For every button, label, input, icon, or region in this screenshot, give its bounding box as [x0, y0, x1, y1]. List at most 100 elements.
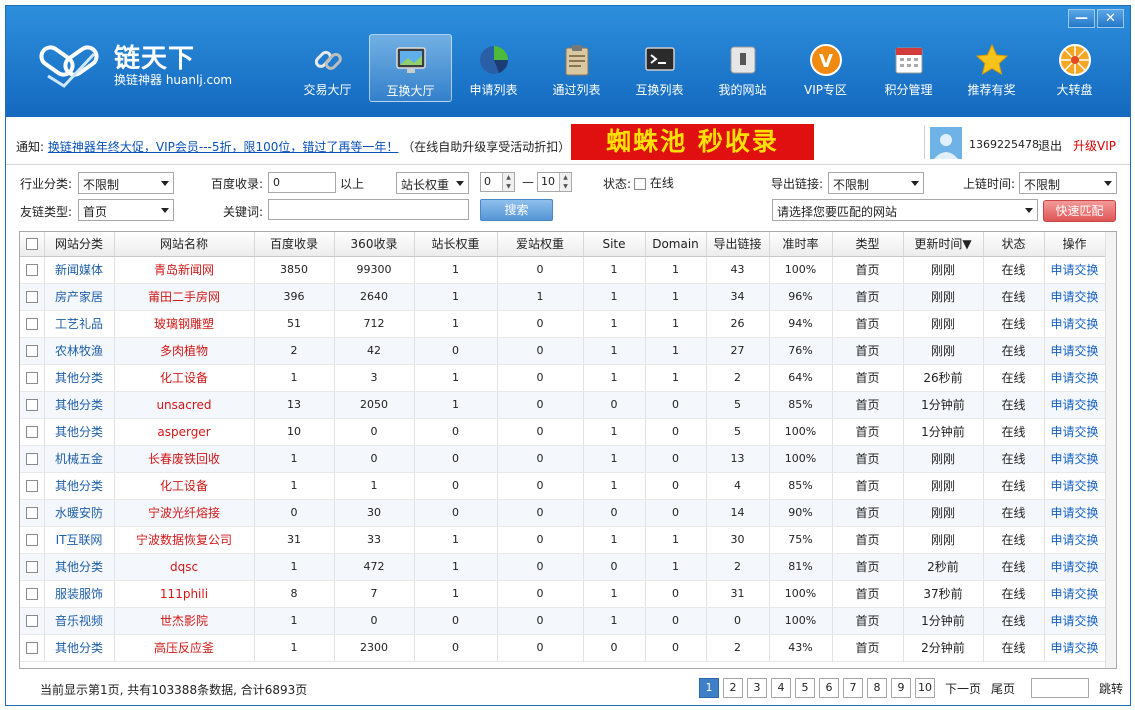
nav-exchange-hall[interactable]: 互换大厅 [369, 34, 452, 102]
page-button[interactable]: 1 [699, 678, 719, 698]
next-page-link[interactable]: 下一页 [945, 680, 981, 697]
promo-banner[interactable]: 蜘蛛池 秒收录 [571, 124, 814, 160]
apply-exchange-link[interactable]: 申请交换 [1044, 337, 1106, 365]
nav-approved-list[interactable]: 通过列表 [535, 34, 618, 102]
column-header[interactable]: Domain [645, 232, 707, 257]
site-name-cell[interactable]: 玻璃钢雕塑 [114, 310, 255, 338]
status-online-checkbox[interactable] [634, 177, 646, 190]
apply-exchange-link[interactable]: 申请交换 [1044, 283, 1106, 311]
column-header[interactable]: 类型 [832, 232, 904, 257]
column-header[interactable]: 状态 [983, 232, 1045, 257]
nav-apply-list[interactable]: 申请列表 [452, 34, 535, 102]
stepper-down-icon[interactable]: ▼ [559, 182, 571, 191]
category-cell[interactable]: 其他分类 [44, 418, 115, 446]
apply-exchange-link[interactable]: 申请交换 [1044, 418, 1106, 446]
apply-exchange-link[interactable]: 申请交换 [1044, 391, 1106, 419]
column-header[interactable]: 站长权重 [414, 232, 498, 257]
apply-exchange-link[interactable]: 申请交换 [1044, 445, 1106, 473]
site-name-cell[interactable]: 青岛新闻网 [114, 256, 255, 284]
site-name-cell[interactable]: 世杰影院 [114, 607, 255, 635]
last-page-link[interactable]: 尾页 [991, 680, 1015, 697]
minimize-button[interactable]: — [1068, 9, 1095, 28]
status-online-option[interactable]: 在线 [634, 174, 674, 191]
row-checkbox[interactable] [25, 264, 38, 276]
apply-exchange-link[interactable]: 申请交换 [1044, 499, 1106, 527]
weight-max-stepper[interactable]: 10 ▲ ▼ [537, 172, 572, 192]
category-cell[interactable]: 其他分类 [44, 553, 115, 581]
jump-button[interactable]: 跳转 [1099, 680, 1123, 697]
category-cell[interactable]: 水暖安防 [44, 499, 115, 527]
column-header[interactable]: 导出链接 [706, 232, 770, 257]
column-header[interactable]: 准时率 [769, 232, 833, 257]
category-cell[interactable]: 其他分类 [44, 634, 115, 662]
nav-my-sites[interactable]: 我的网站 [701, 34, 784, 102]
keyword-input[interactable] [268, 199, 469, 220]
row-checkbox[interactable] [25, 453, 38, 465]
baidu-input[interactable]: 0 [268, 172, 336, 193]
apply-exchange-link[interactable]: 申请交换 [1044, 553, 1106, 581]
apply-exchange-link[interactable]: 申请交换 [1044, 472, 1106, 500]
column-header[interactable]: Site [583, 232, 646, 257]
page-button[interactable]: 9 [891, 678, 911, 698]
nav-vip-zone[interactable]: V VIP专区 [784, 34, 867, 102]
site-name-cell[interactable]: 111phili [114, 580, 255, 608]
site-name-cell[interactable]: 高压反应釜 [114, 634, 255, 662]
quick-match-button[interactable]: 快速匹配 [1043, 200, 1116, 222]
uptime-select[interactable]: 不限制 [1019, 172, 1117, 194]
column-header[interactable]: 360收录 [334, 232, 415, 257]
column-header[interactable]: 网站名称 [114, 232, 255, 257]
stepper-down-icon[interactable]: ▼ [502, 182, 514, 191]
row-checkbox[interactable] [25, 615, 38, 627]
site-name-cell[interactable]: 多肉植物 [114, 337, 255, 365]
category-cell[interactable]: 其他分类 [44, 364, 115, 392]
nav-lucky-wheel[interactable]: 大转盘 [1033, 34, 1116, 102]
stepper-up-icon[interactable]: ▲ [502, 173, 514, 182]
apply-exchange-link[interactable]: 申请交换 [1044, 256, 1106, 284]
row-checkbox[interactable] [25, 345, 38, 357]
site-name-cell[interactable]: 化工设备 [114, 472, 255, 500]
row-checkbox[interactable] [25, 372, 38, 384]
row-checkbox[interactable] [25, 318, 38, 330]
apply-exchange-link[interactable]: 申请交换 [1044, 607, 1106, 635]
nav-points[interactable]: 积分管理 [867, 34, 950, 102]
site-name-cell[interactable]: 莆田二手房网 [114, 283, 255, 311]
row-checkbox[interactable] [25, 534, 38, 546]
notice-link[interactable]: 换链神器年终大促，VIP会员---5折，限100位，错过了再等一年！ [48, 140, 399, 154]
column-header[interactable]: 网站分类 [44, 232, 115, 257]
page-button[interactable]: 10 [915, 678, 935, 698]
row-checkbox[interactable] [25, 642, 38, 654]
weight-type-select[interactable]: 站长权重 [396, 172, 469, 194]
search-button[interactable]: 搜索 [480, 199, 553, 221]
site-name-cell[interactable]: unsacred [114, 391, 255, 419]
category-cell[interactable]: 其他分类 [44, 472, 115, 500]
site-name-cell[interactable]: 长春废铁回收 [114, 445, 255, 473]
site-match-select[interactable]: 请选择您要匹配的网站 [772, 199, 1038, 221]
apply-exchange-link[interactable]: 申请交换 [1044, 526, 1106, 554]
site-name-cell[interactable]: dqsc [114, 553, 255, 581]
site-name-cell[interactable]: asperger [114, 418, 255, 446]
industry-select[interactable]: 不限制 [78, 172, 174, 194]
category-cell[interactable]: 服装服饰 [44, 580, 115, 608]
nav-referral[interactable]: 推荐有奖 [950, 34, 1033, 102]
nav-exchange-list[interactable]: 互换列表 [618, 34, 701, 102]
category-cell[interactable]: 机械五金 [44, 445, 115, 473]
nav-trade-hall[interactable]: 交易大厅 [286, 34, 369, 102]
weight-min-stepper[interactable]: 0 ▲ ▼ [480, 172, 515, 192]
row-checkbox[interactable] [25, 507, 38, 519]
close-button[interactable]: ✕ [1097, 9, 1124, 28]
apply-exchange-link[interactable]: 申请交换 [1044, 580, 1106, 608]
category-cell[interactable]: 新闻媒体 [44, 256, 115, 284]
row-checkbox[interactable] [25, 480, 38, 492]
row-checkbox[interactable] [25, 399, 38, 411]
page-jump-input[interactable] [1031, 678, 1090, 698]
row-checkbox[interactable] [25, 426, 38, 438]
apply-exchange-link[interactable]: 申请交换 [1044, 364, 1106, 392]
row-checkbox[interactable] [25, 291, 38, 303]
row-checkbox[interactable] [25, 561, 38, 573]
stepper-up-icon[interactable]: ▲ [559, 173, 571, 182]
category-cell[interactable]: 工艺礼品 [44, 310, 115, 338]
select-all-checkbox[interactable] [25, 238, 38, 251]
column-header[interactable]: 操作 [1044, 232, 1106, 257]
category-cell[interactable]: 房产家居 [44, 283, 115, 311]
category-cell[interactable]: 音乐视频 [44, 607, 115, 635]
